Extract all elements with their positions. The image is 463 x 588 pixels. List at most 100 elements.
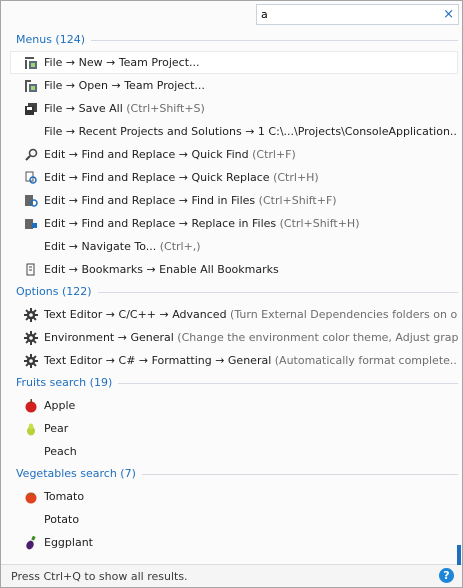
result-text: Environment → General (Change the enviro… (44, 331, 458, 344)
result-item[interactable]: Text Editor → C# → Formatting → General … (10, 349, 458, 372)
result-shortcut-hint: (Ctrl+Shift+H) (276, 217, 360, 230)
gear-icon (24, 354, 38, 368)
result-item[interactable]: Edit → Find and Replace → Replace in Fil… (10, 212, 458, 235)
category-label: Vegetables search (7) (16, 467, 136, 480)
result-label: Text Editor → C# → Formatting → General (44, 354, 272, 367)
result-item[interactable]: Pear (10, 417, 458, 440)
result-text: Eggplant (44, 536, 93, 549)
footer-hint: Press Ctrl+Q to show all results. (11, 570, 188, 583)
result-shortcut-hint: (Ctrl+Shift+S) (122, 102, 205, 115)
tomato-icon (24, 490, 38, 504)
result-shortcut-hint: (Ctrl+H) (269, 171, 319, 184)
result-label: File → Recent Projects and Solutions → 1… (44, 125, 458, 138)
category-divider (118, 383, 458, 384)
category-divider (91, 40, 458, 41)
result-item[interactable]: File → Recent Projects and Solutions → 1… (10, 120, 458, 143)
result-text: Edit → Find and Replace → Replace in Fil… (44, 217, 360, 230)
result-text: File → Save All (Ctrl+Shift+S) (44, 102, 205, 115)
result-shortcut-hint: (Ctrl+Shift+F) (255, 194, 337, 207)
result-label: File → New → Team Project... (44, 56, 200, 69)
result-shortcut-hint: (Ctrl+F) (248, 148, 296, 161)
result-label: Eggplant (44, 536, 93, 549)
result-text: Text Editor → C# → Formatting → General … (44, 354, 458, 367)
apple-icon (24, 399, 38, 413)
clear-search-icon[interactable]: × (443, 6, 454, 23)
save-all-icon (24, 102, 38, 116)
result-text: Edit → Bookmarks → Enable All Bookmarks (44, 263, 279, 276)
result-label: Text Editor → C/C++ → Advanced (44, 308, 227, 321)
results-list: Menus (124) File → New → Team Project... F… (10, 29, 458, 562)
result-label: Edit → Find and Replace → Quick Replace (44, 171, 270, 184)
category-header: Options (122) (10, 281, 458, 303)
result-item[interactable]: Eggplant (10, 531, 458, 554)
result-item[interactable]: Edit → Find and Replace → Quick Replace … (10, 166, 458, 189)
result-label: Peach (44, 445, 77, 458)
open-team-project-icon (24, 79, 38, 93)
find-in-files-icon (24, 194, 38, 208)
category-header: Vegetables search (7) (10, 463, 458, 485)
eggplant-icon (24, 535, 38, 550)
result-item[interactable]: Tomato (10, 485, 458, 508)
result-text: Edit → Find and Replace → Find in Files … (44, 194, 337, 207)
result-text: Text Editor → C/C++ → Advanced (Turn Ext… (44, 308, 458, 321)
result-text: Edit → Find and Replace → Quick Find (Ct… (44, 148, 296, 161)
result-shortcut-hint: (Change the environment color theme, Adj… (173, 331, 458, 344)
result-text: Edit → Find and Replace → Quick Replace … (44, 171, 319, 184)
result-item[interactable]: File → Save All (Ctrl+Shift+S) (10, 97, 458, 120)
pear-icon (24, 422, 38, 436)
result-item[interactable]: Text Editor → C/C++ → Advanced (Turn Ext… (10, 303, 458, 326)
result-label: Edit → Bookmarks → Enable All Bookmarks (44, 263, 279, 276)
search-input[interactable] (261, 7, 431, 22)
result-text: File → Recent Projects and Solutions → 1… (44, 125, 458, 138)
result-item[interactable]: Edit → Bookmarks → Enable All Bookmarks (10, 258, 458, 281)
result-text: Peach (44, 445, 77, 458)
bookmarks-icon (24, 263, 38, 277)
result-item[interactable]: File → New → Team Project... (10, 51, 458, 74)
result-item[interactable]: Apple (10, 394, 458, 417)
gear-icon (24, 308, 38, 322)
result-item[interactable]: Edit → Navigate To... (Ctrl+,) (10, 235, 458, 258)
category-divider (142, 474, 458, 475)
scrollbar-thumb[interactable] (457, 545, 461, 565)
result-text: Tomato (44, 490, 84, 503)
status-footer: Press Ctrl+Q to show all results. ? (1, 564, 462, 587)
result-item[interactable]: Edit → Find and Replace → Quick Find (Ct… (10, 143, 458, 166)
result-label: Pear (44, 422, 69, 435)
category-label: Fruits search (19) (16, 376, 113, 389)
result-shortcut-hint: (Ctrl+,) (156, 240, 201, 253)
gear-icon (24, 331, 38, 345)
result-text: File → Open → Team Project... (44, 79, 205, 92)
result-label: Edit → Navigate To... (44, 240, 157, 253)
category-label: Menus (124) (16, 33, 86, 46)
replace-in-files-icon (24, 217, 38, 231)
category-header: Menus (124) (10, 29, 458, 51)
result-text: File → New → Team Project... (44, 56, 200, 69)
result-label: Potato (44, 513, 80, 526)
new-team-project-icon (24, 56, 38, 70)
quick-find-icon (24, 148, 38, 162)
result-text: Edit → Navigate To... (Ctrl+,) (44, 240, 201, 253)
result-text: Apple (44, 399, 75, 412)
category-header: Fruits search (19) (10, 372, 458, 394)
result-label: Environment → General (44, 331, 174, 344)
result-text: Pear (44, 422, 68, 435)
result-label: Tomato (44, 490, 85, 503)
quick-launch-search-box[interactable]: × (256, 4, 459, 25)
result-shortcut-hint: (Automatically format complete... (271, 354, 458, 367)
result-item[interactable]: File → Open → Team Project... (10, 74, 458, 97)
result-label: Edit → Find and Replace → Replace in Fil… (44, 217, 277, 230)
result-label: Edit → Find and Replace → Find in Files (44, 194, 256, 207)
category-label: Options (122) (16, 285, 92, 298)
result-item[interactable]: Peach (10, 440, 458, 463)
result-label: File → Open → Team Project... (44, 79, 205, 92)
category-divider (98, 292, 458, 293)
quick-replace-icon (24, 171, 38, 185)
result-label: Apple (44, 399, 76, 412)
result-shortcut-hint: (Turn External Dependencies folders on o… (226, 308, 458, 321)
result-item[interactable]: Edit → Find and Replace → Find in Files … (10, 189, 458, 212)
result-label: Edit → Find and Replace → Quick Find (44, 148, 249, 161)
help-icon[interactable]: ? (439, 568, 454, 583)
result-item[interactable]: Environment → General (Change the enviro… (10, 326, 458, 349)
result-item[interactable]: Potato (10, 508, 458, 531)
result-text: Potato (44, 513, 79, 526)
